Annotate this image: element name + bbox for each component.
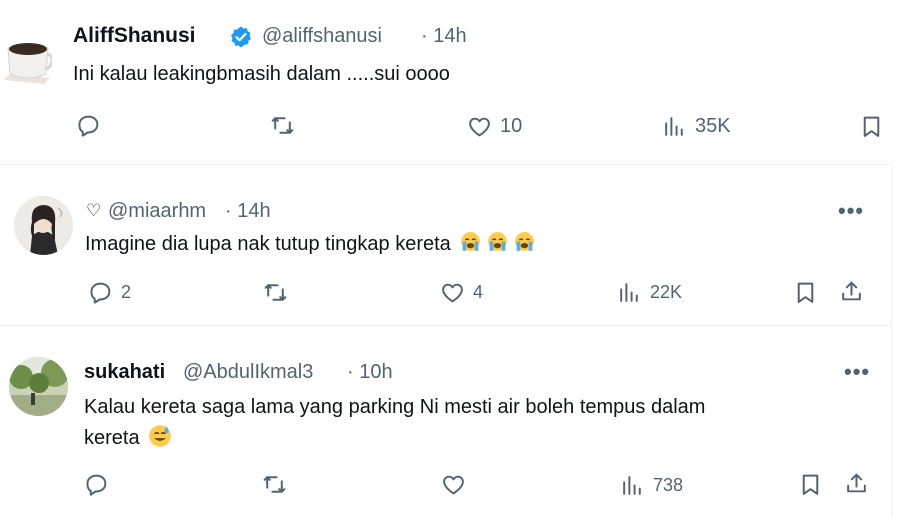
reply-count: 2 — [121, 282, 132, 302]
reply-button[interactable]: 2 — [88, 280, 131, 305]
column-border — [891, 164, 892, 517]
bookmark-icon — [793, 280, 818, 305]
tweet-text: Imagine dia lupa nak tutup tingkap keret… — [85, 229, 537, 259]
tweet-divider — [0, 164, 892, 165]
bookmark-icon — [798, 472, 823, 497]
like-icon — [467, 114, 492, 139]
avatar-miaarhm[interactable] — [14, 196, 73, 255]
author-display-name[interactable]: AliffShanusi — [73, 24, 196, 48]
views-button[interactable]: 738 — [620, 473, 683, 498]
like-count: 10 — [500, 115, 523, 137]
share-icon — [844, 471, 869, 496]
views-button[interactable]: 22K — [617, 280, 682, 305]
tweet-text-line-1: Kalau kereta saga lama yang parking Ni m… — [84, 396, 706, 418]
retweet-button[interactable] — [262, 472, 287, 497]
reply-icon — [76, 113, 101, 138]
retweet-button[interactable] — [270, 113, 295, 138]
tweet-timestamp[interactable]: · 10h — [347, 361, 393, 384]
share-icon — [839, 279, 864, 304]
like-button[interactable]: 10 — [467, 114, 522, 139]
bookmark-button[interactable] — [793, 280, 818, 305]
views-button[interactable]: 35K — [662, 114, 731, 139]
views-icon — [617, 280, 642, 305]
tweet-timestamp[interactable]: · 14h — [421, 25, 467, 48]
verified-badge-icon — [229, 25, 253, 54]
views-count: 738 — [653, 475, 684, 495]
like-icon — [441, 472, 466, 497]
reply-icon — [84, 472, 109, 497]
author-handle[interactable]: @AbdulIkmal3 — [183, 361, 313, 384]
bookmark-button[interactable] — [798, 472, 823, 497]
tweet-divider — [0, 325, 892, 326]
avatar-coffee-cup[interactable] — [2, 26, 52, 84]
heart-prefix: ♡ — [86, 201, 102, 220]
like-icon — [440, 280, 465, 305]
more-options-button[interactable]: ••• — [844, 361, 870, 383]
share-button[interactable] — [839, 279, 864, 304]
retweet-button[interactable] — [263, 280, 288, 305]
bookmark-button[interactable] — [859, 114, 884, 139]
retweet-icon — [263, 280, 288, 305]
crying-emoji — [458, 230, 483, 255]
author-display-name[interactable]: sukahati — [84, 361, 165, 384]
crying-emoji — [485, 230, 510, 255]
reply-icon — [88, 280, 113, 305]
tweet-text-line-2: kereta — [84, 423, 173, 453]
reply-button[interactable] — [84, 472, 109, 497]
views-icon — [662, 114, 687, 139]
views-count: 35K — [695, 115, 731, 137]
author-handle[interactable]: @aliffshanusi — [262, 25, 382, 48]
views-count: 22K — [650, 282, 683, 302]
bookmark-icon — [859, 114, 884, 139]
avatar-sukahati[interactable] — [9, 357, 68, 416]
crying-emoji — [512, 230, 537, 255]
retweet-icon — [262, 472, 287, 497]
like-button[interactable]: 4 — [440, 280, 483, 305]
sweat-smile-emoji — [147, 423, 173, 449]
tweet-text: Ini kalau leakingbmasih dalam .....sui o… — [73, 63, 450, 85]
share-button[interactable] — [844, 471, 869, 496]
tweet-timestamp[interactable]: · 14h — [225, 200, 271, 223]
like-button[interactable] — [441, 472, 466, 497]
more-options-button[interactable]: ••• — [838, 200, 864, 222]
like-count: 4 — [473, 282, 484, 302]
views-icon — [620, 473, 645, 498]
retweet-icon — [270, 113, 295, 138]
author-handle[interactable]: @miaarhm — [108, 200, 206, 223]
reply-button[interactable] — [76, 113, 101, 138]
